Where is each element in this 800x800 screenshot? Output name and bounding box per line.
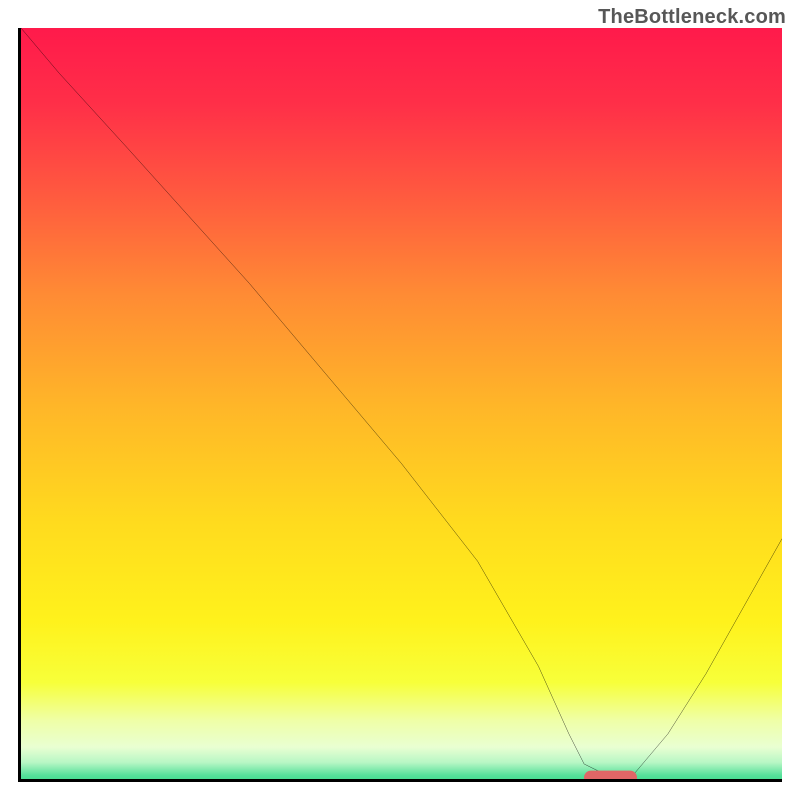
bottleneck-curve [21,28,782,779]
watermark-text: TheBottleneck.com [598,6,786,29]
plot-area [18,28,782,782]
optimal-marker [584,771,637,782]
chart-frame: TheBottleneck.com [0,0,800,800]
